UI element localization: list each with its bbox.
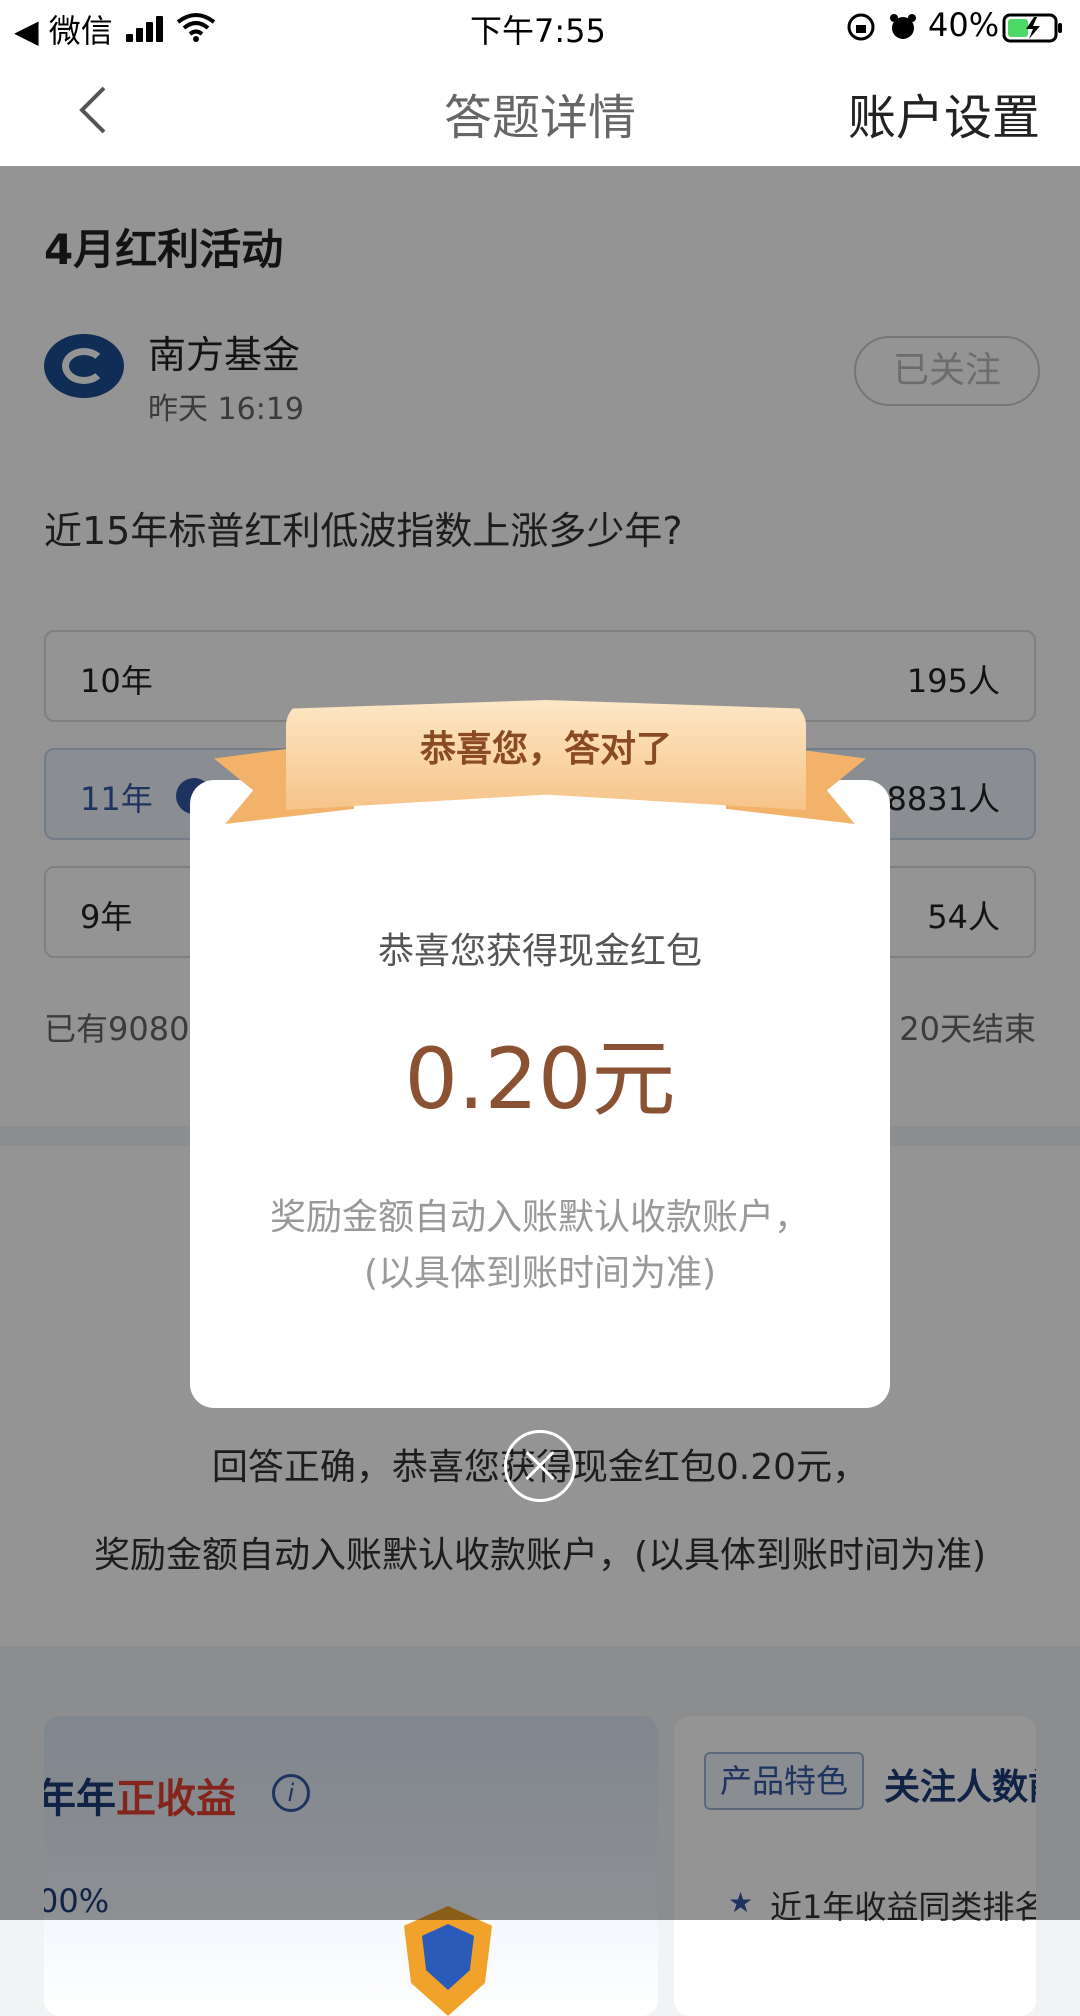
close-icon[interactable] [504,1430,576,1502]
shield-icon [404,1906,492,2016]
cellular-signal-icon [126,14,166,42]
rotation-lock-icon [847,13,875,41]
battery-percent: 40% [928,6,1000,44]
dialog-message: 恭喜您获得现金红包 [377,931,702,972]
ribbon-title: 恭喜您，答对了 [419,729,672,770]
nav-bar: 答题详情 账户设置 [0,56,1080,166]
dialog-note-detail: (以具体到账时间为准) [363,1253,717,1294]
alarm-icon [890,14,916,39]
dialog-note: 奖励金额自动入账默认收款账户， [269,1197,810,1238]
status-time: 下午7:55 [470,12,606,50]
account-settings-link[interactable]: 账户设置 [848,78,1040,148]
back-to-wechat[interactable]: ◀ 微信 [14,6,113,52]
battery-charging-icon [1002,13,1062,43]
status-bar: ◀ 微信 下午7:55 40% [0,0,1080,56]
wifi-icon [176,13,216,42]
reward-amount: 0.20元 [404,1030,676,1128]
